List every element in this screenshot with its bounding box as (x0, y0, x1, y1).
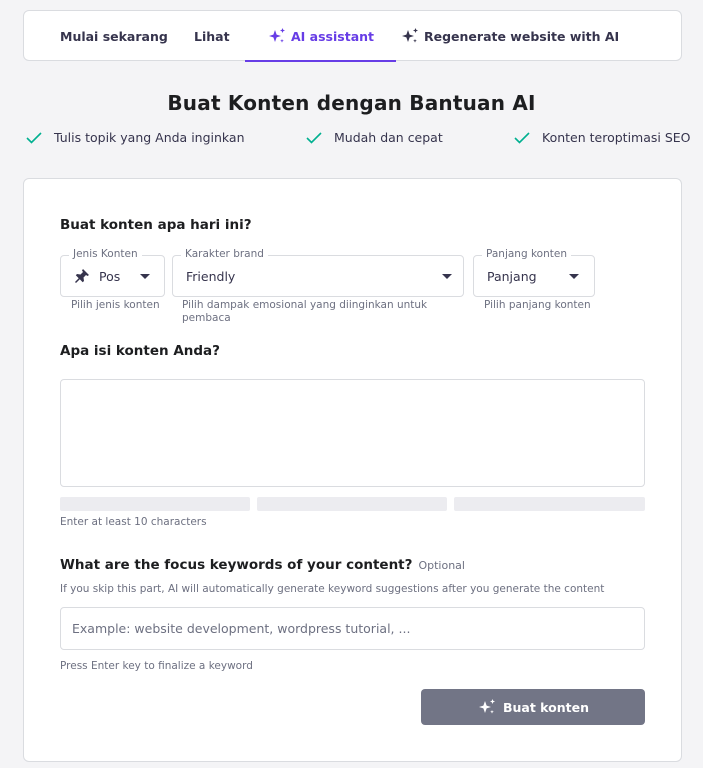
content-length-label: Panjang konten (482, 248, 571, 260)
keywords-title: What are the focus keywords of your cont… (60, 557, 413, 573)
tab-label: AI assistant (291, 28, 375, 44)
chevron-down-icon (569, 274, 579, 279)
brand-character-label: Karakter brand (181, 248, 268, 260)
strength-bar (257, 497, 447, 511)
keywords-input[interactable] (60, 607, 645, 650)
content-length-hint: Pilih panjang konten (484, 299, 591, 311)
create-content-label: Buat konten (502, 699, 589, 715)
content-textarea[interactable] (60, 379, 645, 487)
keywords-description: If you skip this part, AI will automatic… (60, 583, 605, 595)
tab-lihat[interactable]: Lihat (194, 11, 230, 61)
sparkle-icon (269, 28, 285, 43)
feature-label: Tulis topik yang Anda inginkan (54, 130, 245, 145)
content-length-select[interactable]: Panjang konten Panjang (473, 248, 595, 297)
content-hint: Enter at least 10 characters (60, 516, 207, 528)
tab-mulai-sekarang[interactable]: Mulai sekarang (60, 11, 168, 61)
sparkle-icon (478, 699, 495, 714)
pin-icon (75, 269, 89, 283)
tab-ai-assistant[interactable]: AI assistant (244, 11, 397, 62)
feature-item: Mudah dan cepat (306, 130, 443, 145)
content-type-value: Pos (99, 268, 121, 284)
brand-character-value: Friendly (186, 268, 236, 284)
strength-bar (454, 497, 645, 511)
page-title: Buat Konten dengan Bantuan AI (167, 91, 536, 115)
section-title-content: Apa isi konten Anda? (60, 343, 220, 359)
brand-character-select[interactable]: Karakter brand Friendly (172, 248, 464, 297)
tab-regenerate-website[interactable]: Regenerate website with AI (400, 11, 619, 61)
content-form-card: Buat konten apa hari ini? Jenis Konten P… (23, 178, 682, 762)
tab-label: Lihat (194, 28, 230, 44)
section-title-keywords: What are the focus keywords of your cont… (60, 557, 465, 573)
check-icon (26, 131, 42, 144)
chevron-down-icon (442, 274, 452, 279)
content-length-value: Panjang (487, 268, 537, 284)
tab-label: Regenerate website with AI (424, 28, 620, 44)
tab-label: Mulai sekarang (60, 28, 168, 44)
tab-bar: Mulai sekarang Lihat AI assistant Regene… (23, 10, 682, 62)
keywords-hint: Press Enter key to finalize a keyword (60, 660, 253, 672)
sparkle-icon (402, 28, 418, 43)
content-type-hint: Pilih jenis konten (71, 299, 160, 311)
check-icon (306, 131, 322, 144)
feature-label: Mudah dan cepat (334, 130, 443, 145)
feature-item: Konten teroptimasi SEO (514, 130, 691, 145)
brand-character-hint: Pilih dampak emosional yang diinginkan u… (182, 299, 428, 324)
content-type-label: Jenis Konten (69, 248, 142, 260)
chevron-down-icon (140, 274, 150, 279)
create-content-button[interactable]: Buat konten (421, 689, 645, 725)
content-type-select[interactable]: Jenis Konten Pos (60, 248, 165, 297)
section-title-content-type: Buat konten apa hari ini? (60, 217, 252, 233)
feature-label: Konten teroptimasi SEO (542, 130, 691, 145)
feature-item: Tulis topik yang Anda inginkan (26, 130, 245, 145)
strength-bar (60, 497, 250, 511)
optional-label: Optional (418, 559, 465, 572)
check-icon (514, 131, 530, 144)
